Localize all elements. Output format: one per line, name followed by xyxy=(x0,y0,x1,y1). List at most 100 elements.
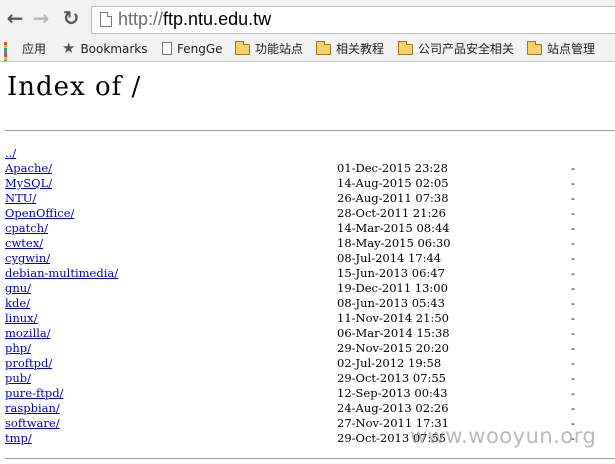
modified-date: 11-Nov-2014 21:50 xyxy=(337,311,449,325)
horizontal-rule xyxy=(5,458,615,459)
modified-date: 02-Jul-2012 19:58 xyxy=(337,356,442,370)
modified-date: 28-Oct-2011 21:26 xyxy=(337,206,446,220)
address-bar[interactable]: http://ftp.ntu.edu.tw xyxy=(91,6,615,34)
directory-link[interactable]: pure-ftpd/ xyxy=(5,386,63,401)
directory-link[interactable]: debian-multimedia/ xyxy=(5,266,118,281)
apps-grid-icon xyxy=(4,42,17,61)
directory-link[interactable]: pub/ xyxy=(5,371,31,386)
directory-row: MySQL/14-Aug-2015 02:05 - xyxy=(5,176,605,191)
directory-row: php/29-Nov-2015 20:20 - xyxy=(5,341,605,356)
reload-icon[interactable]: ↻ xyxy=(60,6,82,30)
directory-row: linux/11-Nov-2014 21:50 - xyxy=(5,311,605,326)
directory-row: NTU/26-Aug-2011 07:38 - xyxy=(5,191,605,206)
directory-link[interactable]: software/ xyxy=(5,416,60,431)
file-size: - xyxy=(571,341,575,355)
folder-icon xyxy=(316,41,331,55)
browser-toolbar: ← → ↻ http://ftp.ntu.edu.tw xyxy=(0,0,615,36)
directory-link[interactable]: proftpd/ xyxy=(5,356,52,371)
directory-row: Apache/01-Dec-2015 23:28 - xyxy=(5,161,605,176)
bookmark-label: 公司产品安全相关 xyxy=(418,42,515,56)
folder-icon xyxy=(235,41,250,55)
folder-icon xyxy=(527,41,542,55)
watermark-text: www.wooyun.org xyxy=(410,424,597,448)
directory-link[interactable]: cygwin/ xyxy=(5,251,50,266)
bookmark-label: FengGe xyxy=(177,41,223,56)
file-size: - xyxy=(571,371,575,385)
directory-row: gnu/19-Dec-2011 13:00 - xyxy=(5,281,605,296)
directory-row: debian-multimedia/15-Jun-2013 06:47 - xyxy=(5,266,605,281)
directory-link[interactable]: raspbian/ xyxy=(5,401,60,416)
forward-arrow-icon[interactable]: → xyxy=(30,6,52,30)
directory-row: kde/08-Jun-2013 05:43 - xyxy=(5,296,605,311)
modified-date: 14-Aug-2015 02:05 xyxy=(337,176,449,190)
directory-link[interactable]: mozilla/ xyxy=(5,326,51,341)
file-size: - xyxy=(571,221,575,235)
star-icon: ★ xyxy=(62,39,76,57)
file-size: - xyxy=(571,206,575,220)
directory-link[interactable]: kde/ xyxy=(5,296,30,311)
modified-date: 29-Nov-2015 20:20 xyxy=(337,341,449,355)
bookmark-folder-site-admin[interactable]: 站点管理 xyxy=(527,40,595,57)
directory-row: pub/29-Oct-2013 07:55 - xyxy=(5,371,605,386)
modified-date: 14-Mar-2015 08:44 xyxy=(337,221,450,235)
file-size: - xyxy=(571,176,575,190)
file-size: - xyxy=(571,311,575,325)
directory-listing: ../ Apache/01-Dec-2015 23:28- MySQL/14-Au… xyxy=(5,146,605,446)
directory-row: cpatch/14-Mar-2015 08:44 - xyxy=(5,221,605,236)
directory-link[interactable]: php/ xyxy=(5,341,31,356)
url-text[interactable]: http://ftp.ntu.edu.tw xyxy=(118,9,271,30)
page-icon xyxy=(100,12,112,27)
file-size: - xyxy=(571,386,575,400)
directory-row: mozilla/06-Mar-2014 15:38 - xyxy=(5,326,605,341)
file-size: - xyxy=(571,191,575,205)
file-size: - xyxy=(571,326,575,340)
modified-date: 29-Oct-2013 07:55 xyxy=(337,371,446,385)
bookmark-label: 相关教程 xyxy=(336,42,385,56)
directory-link[interactable]: linux/ xyxy=(5,311,38,326)
directory-link[interactable]: gnu/ xyxy=(5,281,31,296)
file-size: - xyxy=(571,251,575,265)
directory-entries: Apache/01-Dec-2015 23:28- MySQL/14-Aug-20… xyxy=(5,161,605,446)
directory-link[interactable]: cpatch/ xyxy=(5,221,48,236)
bookmark-label: 功能站点 xyxy=(255,42,304,56)
directory-row: OpenOffice/28-Oct-2011 21:26 - xyxy=(5,206,605,221)
directory-link[interactable]: MySQL/ xyxy=(5,176,52,191)
bookmark-fengge[interactable]: FengGe xyxy=(162,40,223,57)
back-arrow-icon[interactable]: ← xyxy=(4,6,26,30)
file-size: - xyxy=(571,236,575,250)
parent-directory-link[interactable]: ../ xyxy=(5,146,16,161)
parent-directory-row: ../ xyxy=(5,146,605,161)
bookmark-apps[interactable]: 应用 xyxy=(4,40,46,61)
bookmark-folder-product-security[interactable]: 公司产品安全相关 xyxy=(398,40,514,57)
bookmarks-bar: 应用 ★ Bookmarks FengGe 功能站点 相关教程 公司产品安全相关… xyxy=(0,36,615,62)
bookmark-bookmarks[interactable]: ★ Bookmarks xyxy=(62,40,148,57)
bookmark-label: Bookmarks xyxy=(80,41,148,56)
directory-link[interactable]: OpenOffice/ xyxy=(5,206,74,221)
page-icon xyxy=(162,42,172,55)
file-size: - xyxy=(571,161,575,175)
directory-row: raspbian/24-Aug-2013 02:26 - xyxy=(5,401,605,416)
bookmark-folder-tutorials[interactable]: 相关教程 xyxy=(316,40,384,57)
directory-row: pure-ftpd/12-Sep-2013 00:43 - xyxy=(5,386,605,401)
modified-date: 06-Mar-2014 15:38 xyxy=(337,326,450,340)
directory-link[interactable]: Apache/ xyxy=(5,161,52,176)
directory-row: cygwin/08-Jul-2014 17:44 - xyxy=(5,251,605,266)
directory-link[interactable]: cwtex/ xyxy=(5,236,43,251)
horizontal-rule xyxy=(5,130,615,131)
modified-date: 18-May-2015 06:30 xyxy=(337,236,451,250)
modified-date: 08-Jun-2013 05:43 xyxy=(337,296,445,310)
file-size: - xyxy=(571,401,575,415)
modified-date: 15-Jun-2013 06:47 xyxy=(337,266,445,280)
page-title: Index of / xyxy=(7,72,142,102)
file-size: - xyxy=(571,296,575,310)
modified-date: 01-Dec-2015 23:28 xyxy=(337,161,448,175)
url-scheme: http:// xyxy=(118,9,164,29)
modified-date: 26-Aug-2011 07:38 xyxy=(337,191,449,205)
modified-date: 08-Jul-2014 17:44 xyxy=(337,251,442,265)
bookmark-folder-functions[interactable]: 功能站点 xyxy=(235,40,303,57)
modified-date: 12-Sep-2013 00:43 xyxy=(337,386,448,400)
modified-date: 24-Aug-2013 02:26 xyxy=(337,401,449,415)
directory-link[interactable]: NTU/ xyxy=(5,191,36,206)
file-size: - xyxy=(571,281,575,295)
directory-link[interactable]: tmp/ xyxy=(5,431,32,446)
